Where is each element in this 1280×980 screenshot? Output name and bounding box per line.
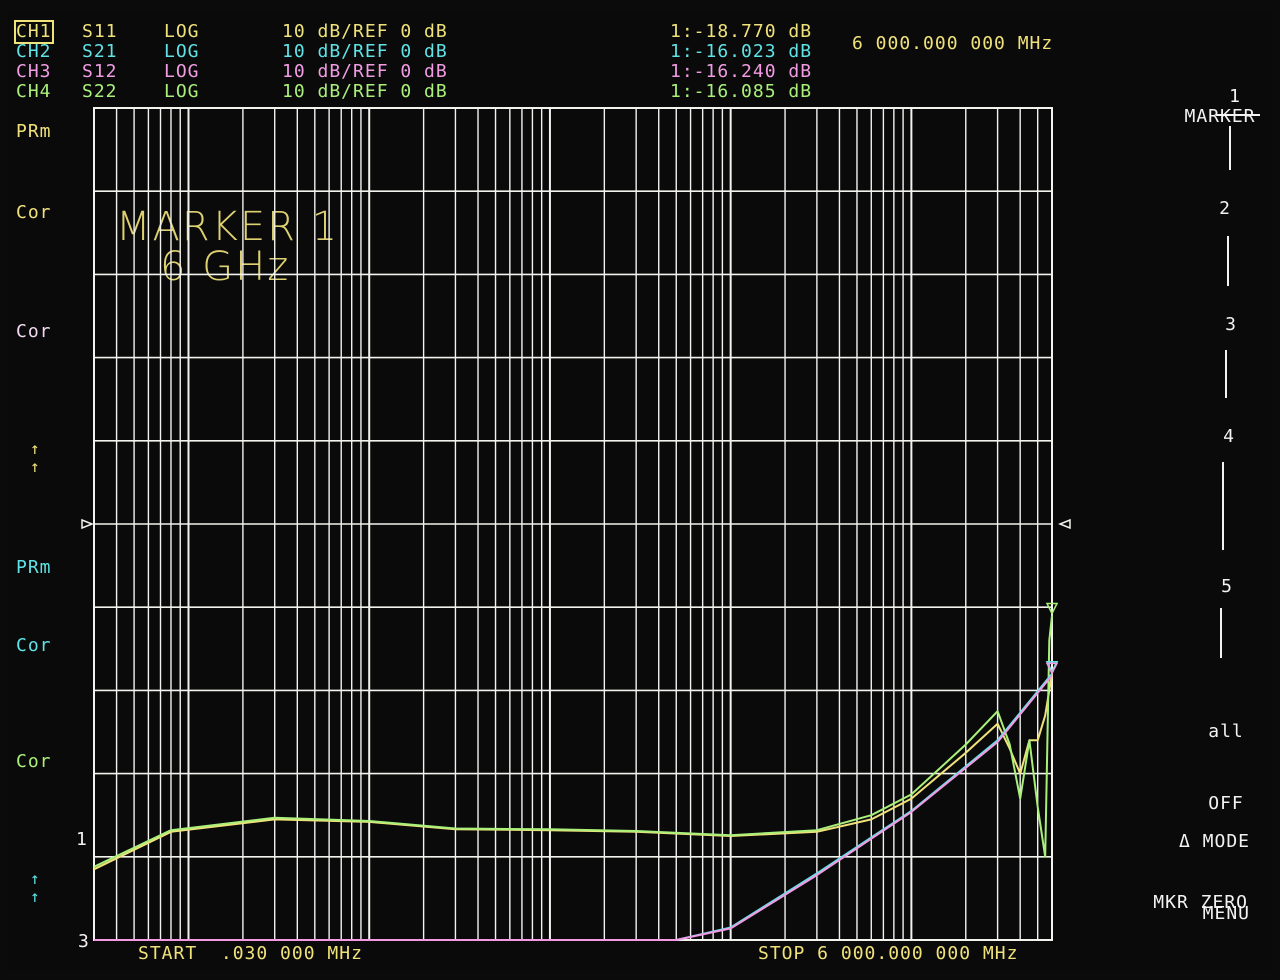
- trace-s22: [93, 615, 1053, 868]
- softkey-marker-5[interactable]: 5: [1212, 576, 1242, 597]
- softkey-marker-zero-label: MKR ZERO: [1153, 892, 1248, 913]
- trace-s11: [93, 673, 1053, 871]
- softkey-marker-4[interactable]: 4: [1214, 426, 1244, 447]
- softkey-divider: [1222, 462, 1224, 550]
- softkey-marker-zero[interactable]: MKR ZERO: [1130, 892, 1248, 913]
- softkey-delta-mode-menu[interactable]: Δ MODE MENU: [1150, 782, 1250, 950]
- reference-level-marker-left: [81, 518, 95, 530]
- softkey-marker-1-label: 1: [1229, 86, 1241, 107]
- softkey-divider: [1229, 126, 1231, 170]
- softkey-selected-underline: [1216, 114, 1260, 116]
- measurement-plot: [81, 107, 1071, 941]
- softkey-marker-5-label: 5: [1221, 576, 1233, 597]
- softkey-divider: [1227, 236, 1229, 286]
- trace-s12: [94, 674, 1053, 941]
- softkey-divider: [1220, 608, 1222, 658]
- softkey-marker-3-label: 3: [1225, 314, 1237, 335]
- start-frequency: START .030 000 MHz: [138, 943, 363, 964]
- softkey-marker-3[interactable]: 3: [1216, 314, 1246, 335]
- stop-frequency: STOP 6 000.000 000 MHz: [758, 943, 1019, 964]
- softkey-marker-2[interactable]: 2: [1210, 198, 1240, 219]
- softkey-divider: [1225, 350, 1227, 398]
- softkey-marker-2-label: 2: [1219, 198, 1231, 219]
- softkey-title-label: MARKER: [1184, 106, 1256, 127]
- analyzer-screen: CH1 S11 LOG 10 dB/REF 0 dB 1:-18.770 dB CH2 S2…: [0, 0, 1280, 980]
- softkey-marker-4-label: 4: [1223, 426, 1235, 447]
- softkey-delta-mode-line1: Δ MODE: [1178, 831, 1250, 852]
- reference-level-marker-right: [1057, 518, 1071, 530]
- trace-s21: [94, 673, 1053, 941]
- softkey-marker-1[interactable]: 1: [1210, 86, 1260, 107]
- softkey-all-off-line1: all: [1208, 721, 1244, 742]
